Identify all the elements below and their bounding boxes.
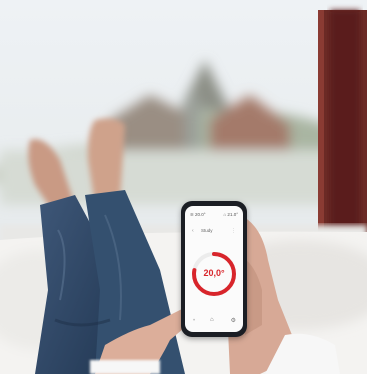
room-header: ‹ Study ⋮: [192, 227, 236, 236]
home-icon[interactable]: ⌂: [210, 317, 214, 323]
temperature-value: 20,0°: [203, 268, 225, 278]
room-name: Study: [201, 228, 213, 233]
bottom-nav: • ⌂ ⚙: [185, 316, 243, 326]
gear-icon[interactable]: ⚙: [231, 317, 236, 324]
indoor-temp-label: ⌂ 21.0°: [223, 212, 238, 217]
back-arrow-icon[interactable]: ‹: [192, 228, 194, 234]
photo-scene: ≋ 20.0° ⌂ 21.0° ‹ Study ⋮ 20,0° • ⌂ ⚙: [0, 0, 367, 374]
status-bar: ≋ 20.0° ⌂ 21.0°: [185, 210, 243, 220]
thermostat-app-screen: ≋ 20.0° ⌂ 21.0° ‹ Study ⋮ 20,0° • ⌂ ⚙: [185, 206, 243, 332]
smartphone: ≋ 20.0° ⌂ 21.0° ‹ Study ⋮ 20,0° • ⌂ ⚙: [181, 201, 247, 337]
outdoor-temp-label: ≋ 20.0°: [190, 212, 206, 217]
more-options-icon[interactable]: ⋮: [231, 228, 236, 234]
page-dot-icon: •: [193, 318, 196, 324]
